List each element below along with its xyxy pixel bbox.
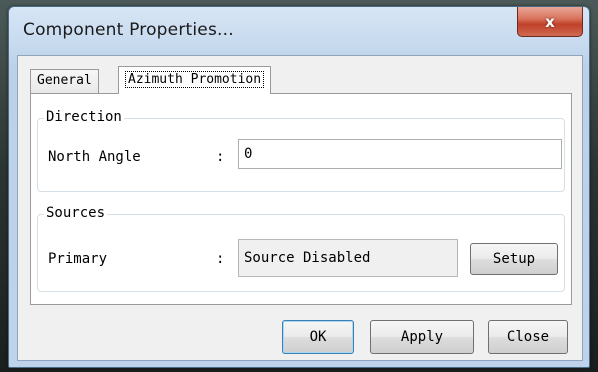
tab-azimuth-promotion[interactable]: Azimuth Promotion (118, 66, 272, 94)
north-angle-colon: : (216, 149, 225, 165)
sources-group-title: Sources (44, 205, 108, 221)
direction-group: Direction North Angle : 0 (37, 109, 565, 192)
sources-group: Sources Primary : Source Disabled Setup (37, 205, 565, 292)
close-window-button[interactable]: x (517, 7, 583, 37)
primary-source-field: Source Disabled (238, 239, 458, 277)
north-angle-label: North Angle (48, 149, 141, 165)
close-button[interactable]: Close (488, 320, 568, 354)
tab-general-label: General (37, 73, 92, 88)
primary-colon: : (216, 251, 225, 267)
close-icon: x (545, 12, 555, 31)
setup-button[interactable]: Setup (470, 243, 558, 275)
tab-general[interactable]: General (30, 69, 99, 93)
title-bar[interactable]: Component Properties... x (9, 7, 589, 55)
window-title: Component Properties... (23, 20, 234, 40)
dialog-window: Component Properties... x General Azimut… (8, 6, 590, 368)
apply-button[interactable]: Apply (370, 320, 474, 354)
tab-panel-azimuth-promotion: Direction North Angle : 0 Sources Primar… (30, 93, 572, 305)
direction-group-title: Direction (44, 109, 124, 125)
dialog-client-area: General Azimuth Promotion Direction Nort… (17, 55, 583, 361)
tab-azimuth-promotion-label: Azimuth Promotion (125, 71, 265, 88)
north-angle-input[interactable]: 0 (238, 139, 562, 169)
primary-label: Primary (48, 251, 108, 267)
ok-button[interactable]: OK (282, 320, 354, 354)
